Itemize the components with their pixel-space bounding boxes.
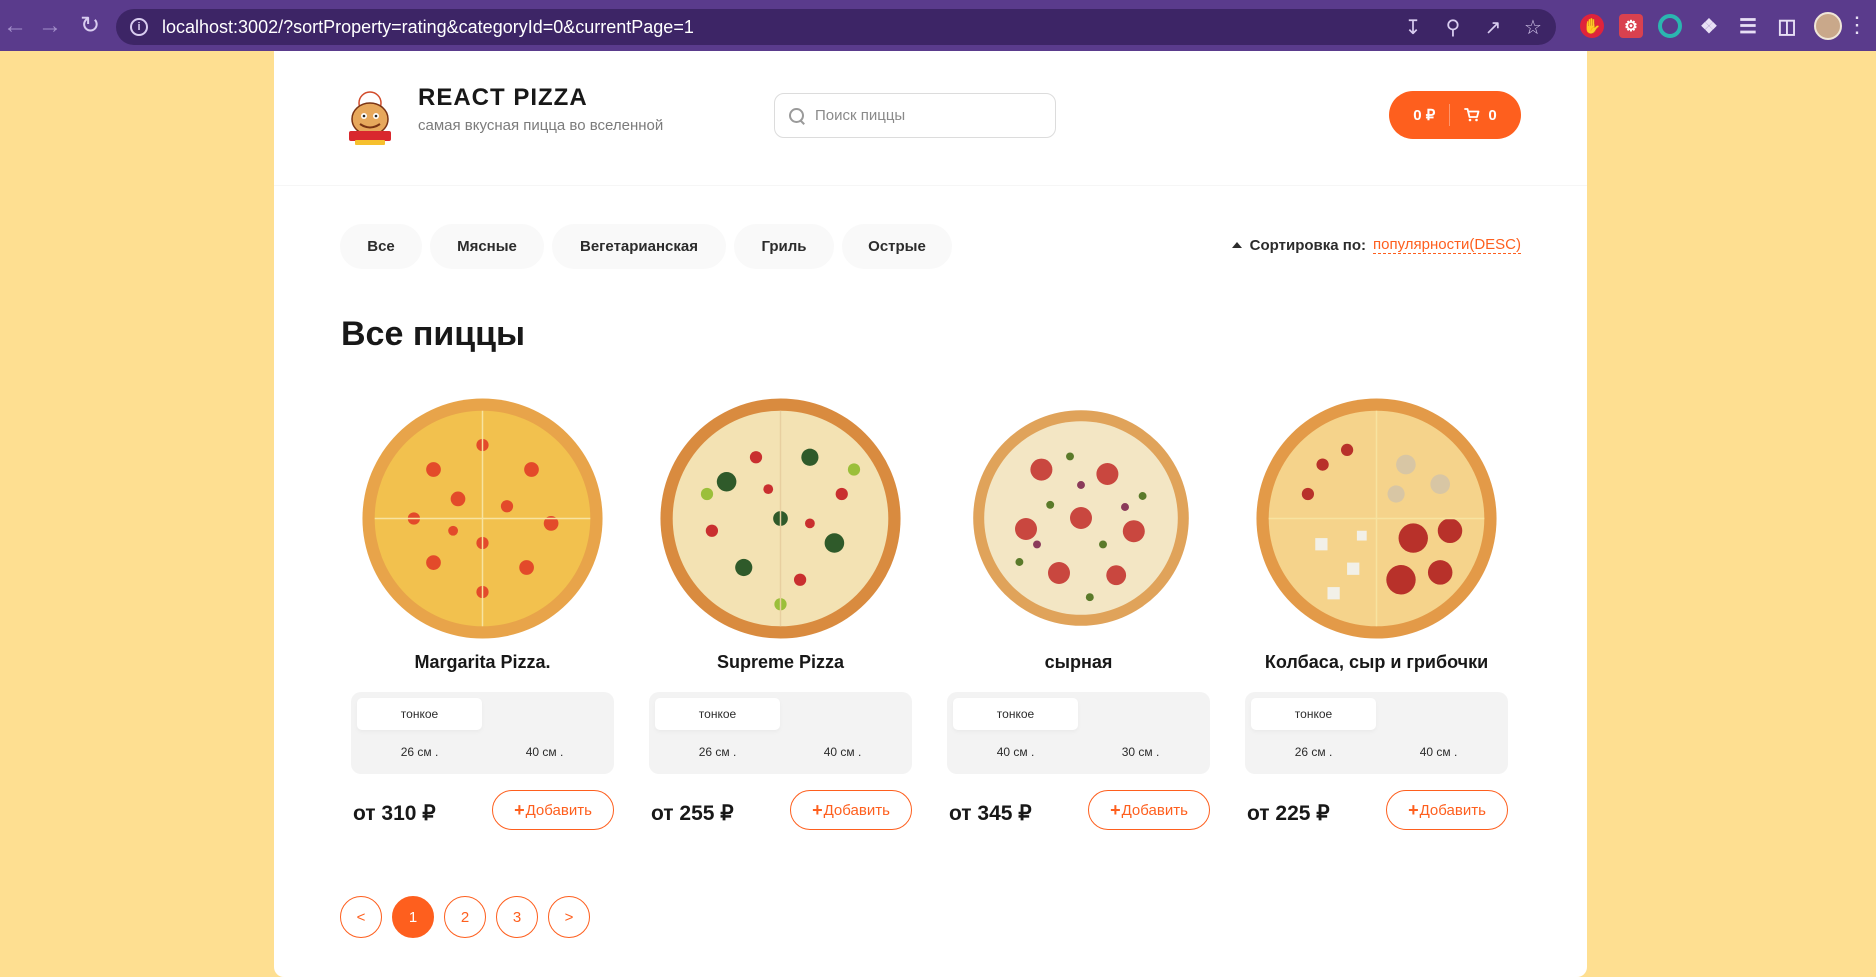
site-info-icon[interactable]: i — [130, 18, 148, 36]
size-option[interactable]: 40 см . — [482, 736, 607, 768]
search-input[interactable] — [815, 107, 1035, 124]
browser-toolbar: ← → ↻ i localhost:3002/?sortProperty=rat… — [0, 0, 1876, 51]
cart-count: 0 — [1488, 106, 1497, 124]
pagination-page-2[interactable]: 2 — [444, 896, 486, 938]
size-option[interactable]: 30 см . — [1078, 736, 1203, 768]
plus-icon: + — [514, 799, 525, 820]
pizza-name: Колбаса, сыр и грибочки — [1264, 652, 1489, 672]
pizza-options: тонкое 26 см . 40 см . — [351, 692, 614, 774]
pizza-name: сырная — [1044, 652, 1113, 672]
browser-menu-icon[interactable]: ⋮ — [1846, 10, 1868, 40]
add-to-cart-button[interactable]: + Добавить — [790, 790, 912, 830]
dough-type-option[interactable]: тонкое — [1251, 698, 1376, 730]
address-bar[interactable]: i localhost:3002/?sortProperty=rating&ca… — [116, 9, 1556, 45]
search-icon — [789, 107, 805, 124]
sort-arrow-icon[interactable] — [1231, 242, 1242, 248]
size-option[interactable]: 26 см . — [357, 736, 482, 768]
forward-arrow-icon[interactable]: → — [30, 13, 70, 38]
site-title[interactable]: REACT PIZZA — [418, 84, 588, 112]
cart-total: 0 ₽ — [1413, 107, 1436, 124]
search-box[interactable] — [774, 93, 1056, 138]
category-spicy[interactable]: Острые — [842, 224, 952, 269]
address-url[interactable]: localhost:3002/?sortProperty=rating&cate… — [162, 17, 694, 38]
pagination: < 1 2 3 > — [340, 896, 590, 938]
size-option[interactable]: 40 см . — [1376, 736, 1501, 768]
reload-icon[interactable]: ↻ — [70, 13, 110, 38]
extension-ring-icon[interactable] — [1658, 14, 1682, 38]
side-panel-icon[interactable]: ◫ — [1775, 14, 1799, 38]
pizza-options: тонкое 26 см . 40 см . — [649, 692, 912, 774]
add-to-cart-button[interactable]: + Добавить — [1088, 790, 1210, 830]
share-icon[interactable]: ↗ — [1482, 15, 1504, 40]
pagination-next-button[interactable]: > — [548, 896, 590, 938]
sort-label: Сортировка по: — [1249, 236, 1366, 254]
plus-icon: + — [1408, 799, 1419, 820]
dough-type-option[interactable]: тонкое — [357, 698, 482, 730]
add-button-label: Добавить — [823, 801, 890, 819]
add-button-label: Добавить — [1121, 801, 1188, 819]
pagination-page-1[interactable]: 1 — [392, 896, 434, 938]
pizza-price: от 255 ₽ — [651, 802, 734, 825]
pizza-name: Supreme Pizza — [716, 652, 845, 672]
bookmark-star-icon[interactable]: ☆ — [1522, 15, 1544, 40]
plus-icon: + — [1110, 799, 1121, 820]
pagination-prev-button[interactable]: < — [340, 896, 382, 938]
pizza-price: от 345 ₽ — [949, 802, 1032, 825]
site-subtitle: самая вкусная пицца во вселенной — [418, 117, 664, 134]
page-container: REACT PIZZA самая вкусная пицца во вселе… — [274, 51, 1587, 977]
pizza-options: тонкое 26 см . 40 см . — [1245, 692, 1508, 774]
dough-type-option[interactable]: тонкое — [953, 698, 1078, 730]
add-button-label: Добавить — [525, 801, 592, 819]
size-option[interactable]: 26 см . — [1251, 736, 1376, 768]
pizza-price: от 310 ₽ — [353, 802, 436, 825]
size-option[interactable]: 40 см . — [780, 736, 905, 768]
pizza-image — [1256, 398, 1497, 639]
extension-hand-icon[interactable]: ✋ — [1580, 14, 1604, 38]
cart-icon — [1464, 108, 1480, 122]
pizza-price: от 225 ₽ — [1247, 802, 1330, 825]
size-option[interactable]: 26 см . — [655, 736, 780, 768]
back-arrow-icon[interactable]: ← — [0, 13, 30, 38]
pizza-name: Margarita Pizza. — [414, 652, 551, 672]
add-button-label: Добавить — [1419, 801, 1486, 819]
sort-value-dropdown[interactable]: популярности(DESC) — [1372, 236, 1521, 254]
category-tabs: Все Мясные Вегетарианская Гриль Острые — [340, 224, 952, 269]
pizza-image — [660, 398, 901, 639]
add-to-cart-button[interactable]: + Добавить — [1386, 790, 1508, 830]
pizza-image — [362, 398, 603, 639]
dough-type-option[interactable]: тонкое — [655, 698, 780, 730]
pagination-page-3[interactable]: 3 — [496, 896, 538, 938]
plus-icon: + — [812, 799, 823, 820]
install-icon[interactable]: ↧ — [1402, 15, 1424, 40]
profile-avatar[interactable] — [1814, 12, 1842, 40]
pizza-image — [973, 410, 1189, 626]
category-meat[interactable]: Мясные — [430, 224, 544, 269]
pizzeria-logo-icon[interactable] — [345, 89, 395, 147]
zoom-icon[interactable]: ⚲ — [1442, 15, 1464, 40]
category-grill[interactable]: Гриль — [734, 224, 834, 269]
pizza-options: тонкое 40 см . 30 см . — [947, 692, 1210, 774]
extension-tool-icon[interactable]: ⚙ — [1619, 14, 1643, 38]
cart-button[interactable]: 0 ₽ 0 — [1389, 91, 1521, 139]
media-queue-icon[interactable]: ☰ — [1736, 14, 1760, 38]
size-option[interactable]: 40 см . — [953, 736, 1078, 768]
sort-control: Сортировка по: популярности(DESC) — [1231, 236, 1521, 254]
extensions-puzzle-icon[interactable]: ❖ — [1697, 14, 1721, 38]
category-vegetarian[interactable]: Вегетарианская — [552, 224, 726, 269]
site-header: REACT PIZZA самая вкусная пицца во вселе… — [274, 51, 1587, 186]
section-title: Все пиццы — [341, 315, 526, 353]
add-to-cart-button[interactable]: + Добавить — [492, 790, 614, 830]
category-all[interactable]: Все — [340, 224, 422, 269]
cart-divider — [1449, 104, 1451, 126]
